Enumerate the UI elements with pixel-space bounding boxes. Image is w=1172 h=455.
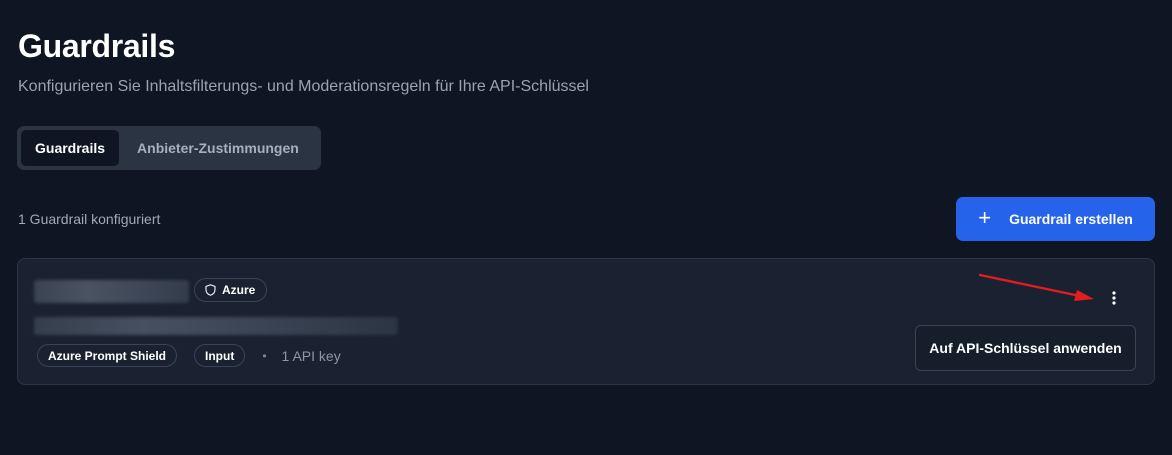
create-guardrail-label: Guardrail erstellen (1009, 211, 1133, 227)
guardrail-meta: Azure Prompt Shield Input • 1 API key (37, 344, 341, 367)
create-guardrail-button[interactable]: + Guardrail erstellen (956, 197, 1155, 241)
provider-badge: Azure (194, 278, 268, 302)
meta-separator: • (262, 348, 267, 363)
apply-to-api-keys-button[interactable]: Auf API-Schlüssel anwenden (915, 325, 1136, 371)
plus-icon: + (978, 205, 992, 230)
api-key-count: 1 API key (281, 347, 341, 364)
guardrail-card: Azure Azure Prompt Shield Input • 1 API … (17, 258, 1155, 385)
guardrail-description-redacted (34, 317, 398, 335)
provider-label: Azure (222, 283, 256, 297)
page-title: Guardrails (18, 28, 176, 64)
more-vertical-icon (1112, 291, 1116, 305)
page-subtitle: Konfigurieren Sie Inhaltsfilterungs- und… (18, 78, 589, 95)
guardrail-type-badge: Azure Prompt Shield (37, 344, 178, 367)
tab-bar: Guardrails Anbieter-Zustimmungen (17, 126, 321, 170)
guardrail-direction-badge: Input (194, 344, 246, 367)
guardrail-count: 1 Guardrail konfiguriert (18, 211, 161, 227)
tab-guardrails[interactable]: Guardrails (21, 130, 120, 166)
shield-icon (205, 284, 216, 296)
guardrails-page: Guardrails Konfigurieren Sie Inhaltsfilt… (0, 0, 1172, 455)
more-options-button[interactable] (1102, 286, 1126, 310)
guardrail-name-redacted (34, 280, 189, 303)
tab-provider-consents[interactable]: Anbieter-Zustimmungen (123, 130, 313, 166)
